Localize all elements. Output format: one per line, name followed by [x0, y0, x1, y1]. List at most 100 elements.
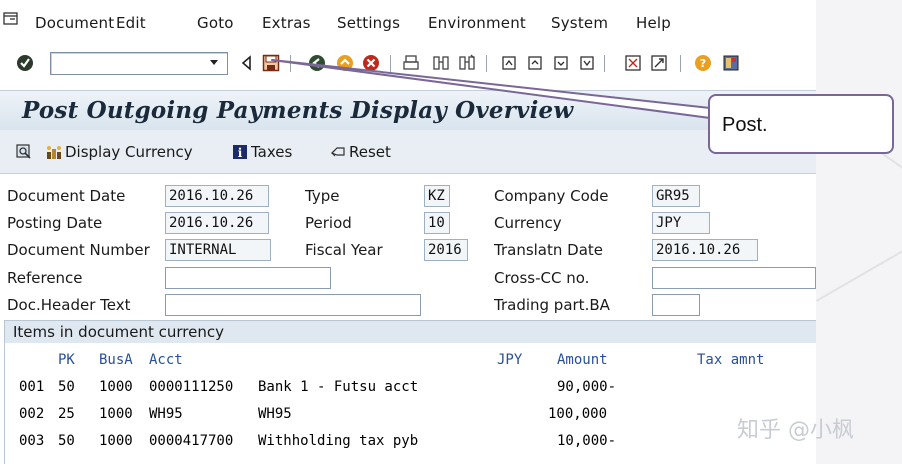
items-section-title: Items in document currency — [5, 321, 816, 343]
layout-menu-icon[interactable] — [722, 54, 740, 72]
items-section: Items in document currency PK BusA Acct … — [4, 320, 816, 464]
row-account[interactable]: WH95 — [149, 406, 183, 422]
trading-part-field[interactable] — [652, 294, 700, 316]
menu-environment[interactable]: Environment — [428, 14, 526, 32]
row-amount[interactable]: 100,000 — [548, 406, 607, 422]
overview-button[interactable] — [16, 141, 32, 163]
row-posting-key[interactable]: 50 — [58, 433, 75, 449]
toolbar-separator — [390, 55, 391, 72]
callout-box: Post. — [708, 94, 894, 154]
watermark: 知乎 @小枫 — [737, 418, 854, 443]
document-date-field[interactable]: 2016.10.26 — [165, 185, 269, 207]
row-business-area[interactable]: 1000 — [99, 406, 133, 422]
menu-extras[interactable]: Extras — [262, 14, 311, 32]
doc-header-text-label: Doc.Header Text — [7, 296, 131, 314]
taxes-button[interactable]: i Taxes — [232, 141, 292, 163]
column-header-acct[interactable]: Acct — [149, 352, 183, 368]
find-icon[interactable] — [432, 54, 450, 72]
type-field[interactable]: KZ — [424, 185, 450, 207]
reference-field[interactable] — [165, 267, 331, 289]
row-account-text[interactable]: WH95 — [258, 406, 292, 422]
find-next-icon[interactable] — [458, 54, 476, 72]
row-posting-key[interactable]: 25 — [58, 406, 75, 422]
svg-text:?: ? — [700, 57, 706, 70]
title-bar: Post Outgoing Payments Display Overview — [0, 90, 816, 130]
fiscal-year-field[interactable]: 2016 — [424, 239, 468, 261]
period-field[interactable]: 10 — [424, 212, 450, 234]
cross-cc-field[interactable] — [652, 267, 816, 289]
cancel-icon[interactable] — [362, 54, 380, 72]
back-arrow-icon[interactable] — [238, 54, 256, 72]
taxes-label: Taxes — [251, 143, 293, 161]
save-icon[interactable] — [262, 54, 280, 72]
chevron-down-icon[interactable] — [208, 56, 220, 68]
fiscal-year-label: Fiscal Year — [305, 241, 383, 259]
standard-toolbar: ? — [0, 48, 816, 86]
company-code-label: Company Code — [494, 187, 609, 205]
exit-icon[interactable] — [336, 54, 354, 72]
row-line-number[interactable]: 003 — [19, 433, 44, 449]
row-amount[interactable]: 90,000- — [557, 379, 616, 395]
menu-goto[interactable]: Goto — [197, 14, 234, 32]
first-page-icon[interactable] — [500, 54, 518, 72]
svg-text:i: i — [238, 146, 243, 160]
menu-edit[interactable]: Edit — [116, 14, 146, 32]
cross-cc-label: Cross-CC no. — [494, 269, 590, 287]
info-icon: i — [233, 145, 247, 160]
row-business-area[interactable]: 1000 — [99, 379, 133, 395]
posting-date-label: Posting Date — [7, 214, 103, 232]
menu-settings[interactable]: Settings — [337, 14, 400, 32]
column-header-busa[interactable]: BusA — [99, 352, 133, 368]
row-amount[interactable]: 10,000- — [557, 433, 616, 449]
toolbar-separator — [290, 55, 291, 72]
document-header-form: Document Date 2016.10.26 Posting Date 20… — [0, 174, 816, 320]
next-page-icon[interactable] — [552, 54, 570, 72]
previous-page-icon[interactable] — [526, 54, 544, 72]
doc-header-text-field[interactable] — [165, 294, 421, 316]
menu-system[interactable]: System — [551, 14, 608, 32]
currency-icon — [47, 146, 61, 159]
last-page-icon[interactable] — [578, 54, 596, 72]
menu-document[interactable]: Document — [35, 14, 114, 32]
column-header-tax-amount[interactable]: Tax amnt — [697, 352, 764, 368]
reset-label: Reset — [349, 143, 391, 161]
column-header-pk[interactable]: PK — [58, 352, 75, 368]
menu-help[interactable]: Help — [636, 14, 671, 32]
print-icon[interactable] — [402, 54, 420, 72]
menu-window-icon[interactable] — [3, 12, 19, 26]
row-account[interactable]: 0000111250 — [149, 379, 233, 395]
currency-field[interactable]: JPY — [652, 212, 710, 234]
row-account[interactable]: 0000417700 — [149, 433, 233, 449]
document-date-label: Document Date — [7, 187, 126, 205]
row-posting-key[interactable]: 50 — [58, 379, 75, 395]
menu-bar: Document Edit Goto Extras Settings Envir… — [0, 0, 816, 48]
background-right — [816, 0, 902, 464]
page-title: Post Outgoing Payments Display Overview — [22, 97, 574, 124]
row-line-number[interactable]: 002 — [19, 406, 44, 422]
posting-date-field[interactable]: 2016.10.26 — [165, 212, 269, 234]
overview-icon — [16, 144, 31, 159]
help-icon[interactable]: ? — [694, 54, 712, 72]
document-number-field[interactable]: INTERNAL — [165, 239, 271, 261]
callout-text: Post. — [722, 114, 768, 136]
toolbar-separator — [680, 55, 681, 72]
row-account-text[interactable]: Bank 1 - Futsu acct — [258, 379, 418, 395]
back-icon[interactable] — [308, 54, 326, 72]
shortcut-icon[interactable] — [650, 54, 668, 72]
enter-checkmark-icon[interactable] — [16, 54, 34, 72]
reset-button[interactable]: Reset — [330, 141, 391, 163]
row-account-text[interactable]: Withholding tax pyb — [258, 433, 418, 449]
command-field[interactable] — [50, 52, 228, 75]
row-line-number[interactable]: 001 — [19, 379, 44, 395]
row-business-area[interactable]: 1000 — [99, 433, 133, 449]
display-currency-button[interactable]: Display Currency — [46, 141, 193, 163]
column-header-amount[interactable]: Amount — [557, 352, 608, 368]
translatn-date-field[interactable]: 2016.10.26 — [652, 239, 758, 261]
column-header-currency[interactable]: JPY — [497, 352, 522, 368]
toolbar-separator — [604, 55, 605, 72]
trading-part-label: Trading part.BA — [494, 296, 610, 314]
company-code-field[interactable]: GR95 — [652, 185, 700, 207]
toolbar-separator — [486, 55, 487, 72]
display-currency-label: Display Currency — [65, 143, 193, 161]
create-session-icon[interactable] — [624, 54, 642, 72]
